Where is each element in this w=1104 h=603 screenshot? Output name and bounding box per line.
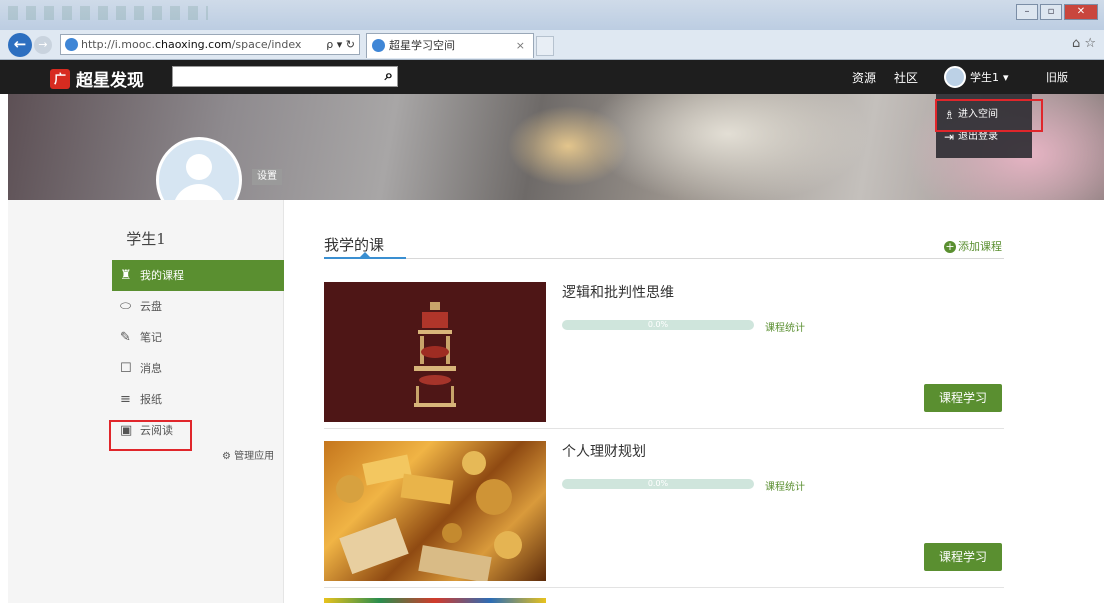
highlight-box-cloud-reading	[109, 420, 192, 451]
course-progress-bar: 0.0%	[562, 479, 754, 489]
home-favorites-icon[interactable]: ⌂ ☆	[1072, 36, 1096, 51]
title-divider	[324, 258, 1004, 259]
title-caret	[360, 252, 370, 257]
url-prefix: http://i.mooc.	[81, 38, 155, 51]
nav-resources[interactable]: 资源	[852, 69, 876, 86]
site-logo[interactable]: 广 超星发现	[50, 66, 144, 91]
newspaper-icon: ≡	[120, 392, 131, 407]
sidebar-item-label: 笔记	[140, 331, 162, 344]
browser-title-bar: – ▫ ✕	[0, 0, 1104, 30]
cloud-icon: ⬭	[120, 299, 132, 314]
chevron-down-icon: ▾	[1003, 70, 1009, 84]
course-study-button[interactable]: 课程学习	[924, 543, 1002, 571]
page-title: 我学的课	[324, 236, 385, 254]
sidebar-item-label: 我的课程	[140, 269, 184, 282]
course-cover-logic[interactable]	[324, 282, 546, 422]
course-progress-text: 0.0%	[647, 479, 669, 488]
sidebar-menu: ♜ 我的课程 ⬭ 云盘 ✎ 笔记 ☐ 消息 ≡ 报纸 ▣ 云阅读	[112, 260, 284, 446]
course-stats-link[interactable]: 课程统计	[765, 319, 805, 334]
next-course-cover-edge	[324, 598, 546, 603]
tab-close-icon[interactable]: ×	[516, 34, 525, 57]
course-cover-artwork	[336, 451, 522, 581]
manage-apps-label: 管理应用	[234, 451, 275, 462]
browser-address-row: ← → http://i.mooc.chaoxing.com/space/ind…	[0, 30, 1104, 60]
course-study-button[interactable]: 课程学习	[924, 384, 1002, 412]
course-stats-link[interactable]: 课程统计	[765, 478, 805, 493]
course-progress-bar: 0.0%	[562, 320, 754, 330]
search-refresh-icon[interactable]: ρ ▾ ↻	[326, 35, 355, 54]
course-card: 逻辑和批判性思维 0.0% 课程统计 课程学习	[324, 282, 1004, 432]
plus-circle-icon: +	[944, 240, 956, 253]
sidebar-item-newspaper[interactable]: ≡ 报纸	[112, 384, 284, 415]
sidebar-item-cloud-disk[interactable]: ⬭ 云盘	[112, 291, 284, 322]
ie-icon	[65, 38, 78, 51]
user-name: 学生1	[970, 71, 999, 84]
message-icon: ☐	[120, 361, 132, 376]
browser-tab[interactable]: 超星学习空间 ×	[366, 33, 534, 58]
url-path: /space/index	[231, 38, 302, 51]
search-input[interactable]: ⌕	[172, 66, 398, 87]
ie-icon	[372, 39, 385, 52]
binoculars-icon: ♜	[120, 268, 132, 283]
url-domain: chaoxing.com	[154, 38, 232, 51]
course-cover-finance[interactable]	[324, 441, 546, 581]
old-version-link[interactable]: 旧版	[1046, 69, 1068, 85]
add-course-label: 添加课程	[958, 240, 1002, 253]
sidebar-item-label: 云盘	[140, 300, 162, 313]
minimize-button[interactable]: –	[1016, 4, 1038, 20]
maximize-button[interactable]: ▫	[1040, 4, 1062, 20]
search-icon[interactable]: ⌕	[385, 66, 393, 84]
manage-apps-link[interactable]: ⚙ 管理应用	[222, 447, 274, 462]
sidebar-item-label: 消息	[140, 362, 162, 375]
logout-label: 退出登录	[958, 131, 998, 142]
site-header: 广 超星发现 ⌕ 资源 社区 学生1 ▾ 旧版	[0, 60, 1104, 94]
gear-icon: ⚙	[222, 451, 231, 462]
course-cover-artwork	[414, 302, 456, 407]
add-course-button[interactable]: + 添加课程	[944, 238, 1002, 254]
sidebar-item-messages[interactable]: ☐ 消息	[112, 353, 284, 384]
highlight-box-enter-space	[935, 99, 1043, 132]
window-controls: – ▫ ✕	[1016, 4, 1098, 20]
course-title[interactable]: 逻辑和批判性思维	[562, 282, 674, 302]
sidebar-item-notes[interactable]: ✎ 笔记	[112, 322, 284, 353]
address-bar[interactable]: http://i.mooc.chaoxing.com/space/index ρ…	[60, 34, 360, 55]
sidebar: 学生1 ♜ 我的课程 ⬭ 云盘 ✎ 笔记 ☐ 消息 ≡ 报纸 ▣ 云阅读 ⚙ 管…	[8, 200, 284, 603]
tab-title: 超星学习空间	[389, 39, 455, 52]
header-nav: 资源 社区	[852, 69, 918, 86]
course-progress-text: 0.0%	[647, 320, 669, 329]
logo-mark-icon: 广	[50, 68, 70, 89]
close-window-button[interactable]: ✕	[1064, 4, 1098, 20]
course-card: 个人理财规划 0.0% 课程统计 课程学习	[324, 441, 1004, 591]
sidebar-item-label: 报纸	[140, 393, 162, 406]
new-tab-button[interactable]	[536, 36, 554, 56]
profile-username: 学生1	[126, 230, 166, 248]
nav-community[interactable]: 社区	[894, 69, 918, 86]
course-separator	[324, 587, 1004, 588]
title-underline	[324, 257, 406, 259]
settings-button[interactable]: 设置	[252, 169, 282, 185]
back-button[interactable]: ←	[8, 33, 32, 57]
user-menu[interactable]: 学生1 ▾	[944, 66, 1009, 88]
logo-text: 超星发现	[76, 71, 144, 91]
title-bar-toolbar	[8, 6, 208, 20]
avatar-head	[186, 154, 212, 180]
sidebar-item-my-courses[interactable]: ♜ 我的课程	[112, 260, 284, 291]
course-title[interactable]: 个人理财规划	[562, 441, 646, 461]
user-avatar	[944, 66, 966, 88]
course-separator	[324, 428, 1004, 429]
pencil-icon: ✎	[120, 330, 131, 345]
forward-button[interactable]: →	[34, 36, 52, 54]
